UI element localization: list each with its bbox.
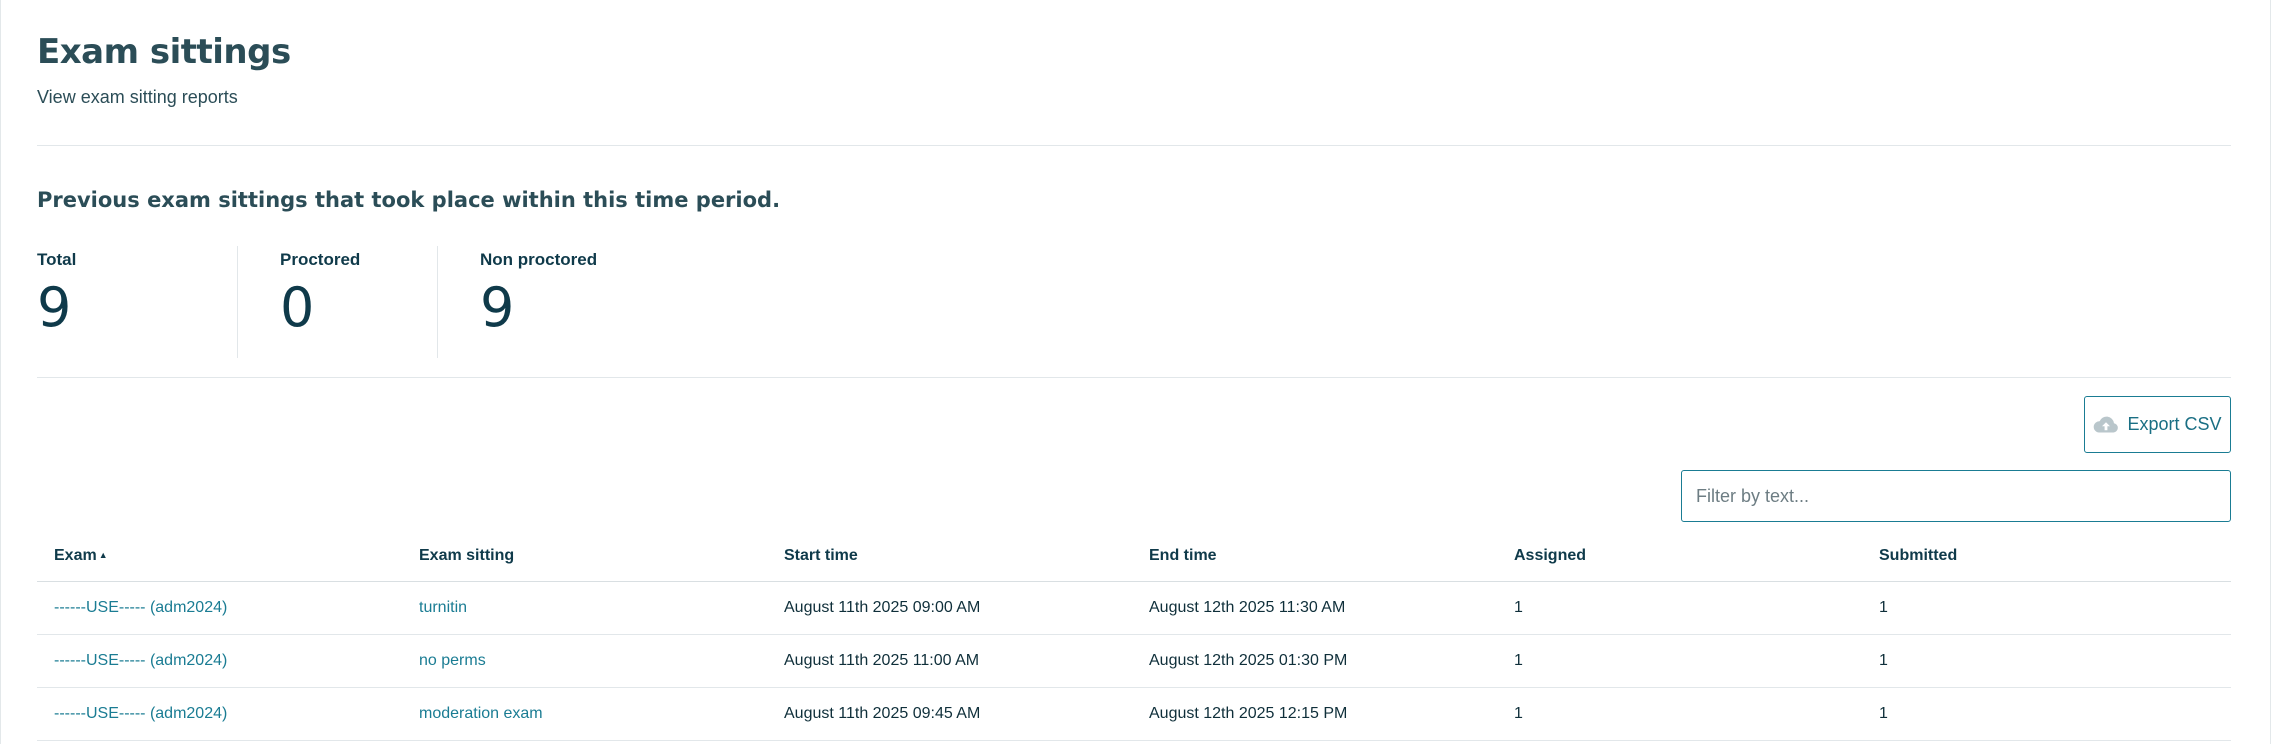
page: Exam sittings View exam sitting reports … — [0, 0, 2271, 744]
column-header-assigned[interactable]: Assigned — [1497, 547, 1862, 565]
filter-input[interactable] — [1681, 470, 2231, 522]
submitted-cell: 1 — [1879, 705, 1888, 722]
column-label: Exam — [54, 546, 97, 564]
page-title: Exam sittings — [37, 32, 291, 72]
exam-link[interactable]: ------USE----- (adm2024) — [54, 599, 227, 616]
exam-sittings-table: Exam ▲ Exam sitting Start time End time A… — [37, 530, 2231, 741]
table-row: ------USE----- (adm2024) turnitin August… — [37, 582, 2231, 635]
start-time-cell: August 11th 2025 09:00 AM — [784, 599, 981, 616]
assigned-cell: 1 — [1514, 652, 1523, 669]
column-header-start-time[interactable]: Start time — [767, 547, 1132, 565]
divider — [37, 145, 2231, 146]
stat-value: 0 — [280, 276, 315, 339]
divider — [37, 377, 2231, 378]
assigned-cell: 1 — [1514, 705, 1523, 722]
column-header-end-time[interactable]: End time — [1132, 547, 1497, 565]
cloud-upload-icon — [2094, 416, 2119, 432]
section-heading: Previous exam sittings that took place w… — [37, 188, 781, 212]
exam-link[interactable]: ------USE----- (adm2024) — [54, 705, 227, 722]
stat-proctored: Proctored 0 — [237, 246, 437, 358]
stat-total: Total 9 — [37, 246, 237, 358]
stat-non-proctored: Non proctored 9 — [437, 246, 637, 358]
submitted-cell: 1 — [1879, 599, 1888, 616]
stats-summary: Total 9 Proctored 0 Non proctored 9 — [37, 246, 637, 358]
export-csv-button[interactable]: Export CSV — [2084, 396, 2231, 453]
end-time-cell: August 12th 2025 01:30 PM — [1149, 652, 1348, 669]
page-subtitle: View exam sitting reports — [37, 87, 238, 107]
stat-value: 9 — [480, 276, 515, 339]
submitted-cell: 1 — [1879, 652, 1888, 669]
column-header-exam[interactable]: Exam ▲ — [37, 547, 402, 565]
assigned-cell: 1 — [1514, 599, 1523, 616]
start-time-cell: August 11th 2025 09:45 AM — [784, 705, 981, 722]
stat-label: Total — [37, 250, 77, 269]
stat-label: Proctored — [280, 250, 361, 269]
column-header-exam-sitting[interactable]: Exam sitting — [402, 547, 767, 565]
stat-label: Non proctored — [480, 250, 598, 269]
start-time-cell: August 11th 2025 11:00 AM — [784, 652, 980, 669]
exam-link[interactable]: ------USE----- (adm2024) — [54, 652, 227, 669]
column-header-submitted[interactable]: Submitted — [1862, 547, 2231, 565]
sort-ascending-icon: ▲ — [98, 550, 108, 561]
end-time-cell: August 12th 2025 12:15 PM — [1149, 705, 1348, 722]
exam-sitting-link[interactable]: moderation exam — [419, 705, 543, 722]
table-header: Exam ▲ Exam sitting Start time End time A… — [37, 530, 2231, 582]
end-time-cell: August 12th 2025 11:30 AM — [1149, 599, 1346, 616]
export-csv-label: Export CSV — [2127, 414, 2222, 434]
table-row: ------USE----- (adm2024) moderation exam… — [37, 688, 2231, 741]
exam-sitting-link[interactable]: no perms — [419, 652, 486, 669]
exam-sitting-link[interactable]: turnitin — [419, 599, 467, 616]
table-row: ------USE----- (adm2024) no perms August… — [37, 635, 2231, 688]
stat-value: 9 — [37, 276, 72, 339]
